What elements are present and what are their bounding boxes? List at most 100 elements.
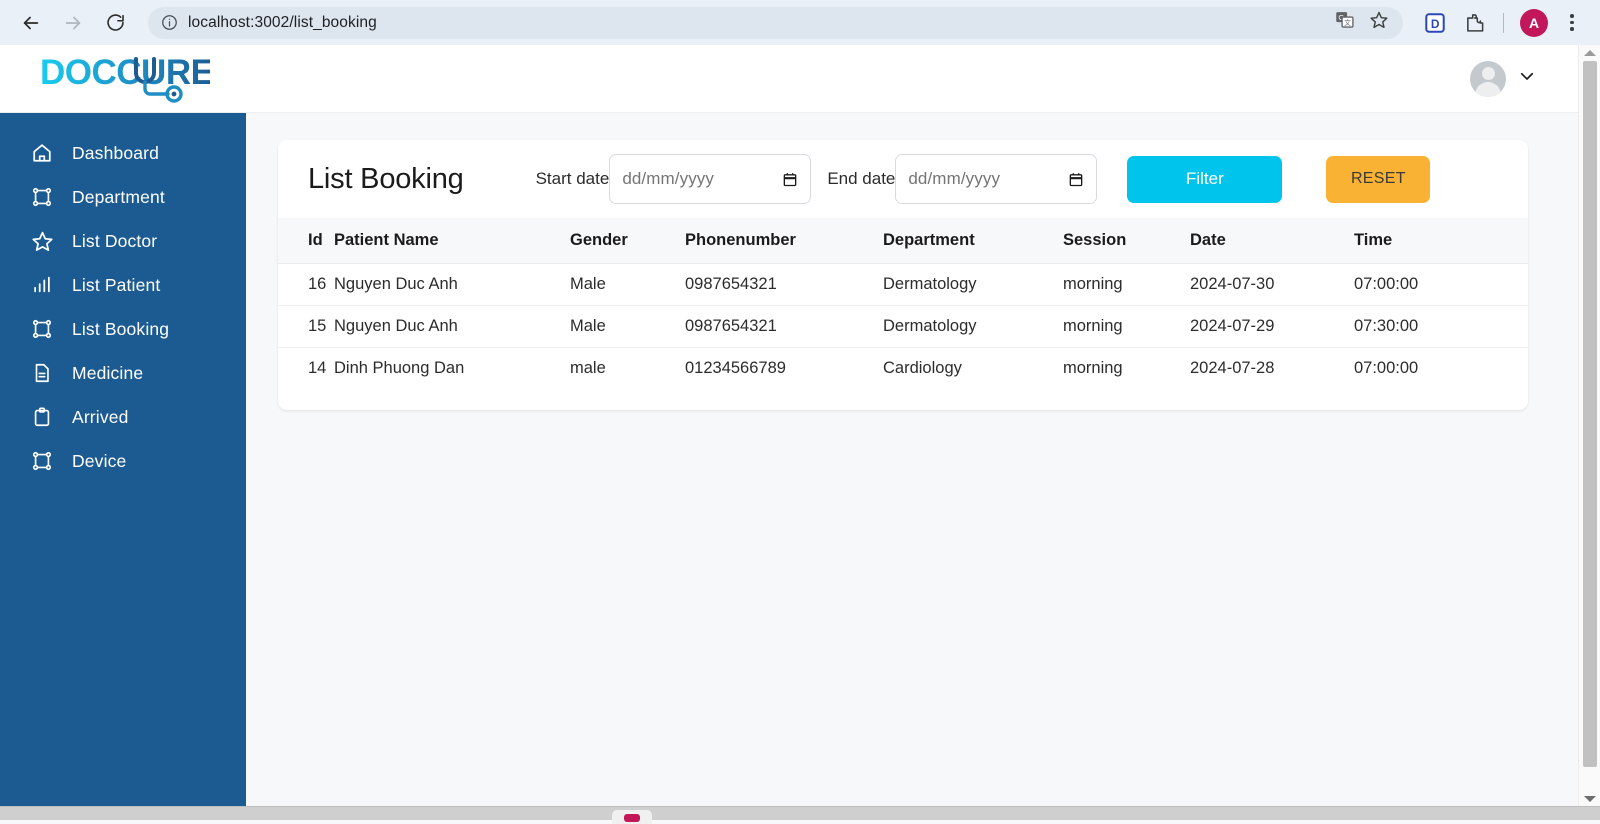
table-row[interactable]: 15 Nguyen Duc Anh Male 0987654321 Dermat… [278,306,1528,348]
svg-text:D: D [1431,17,1440,31]
clipboard-icon [30,405,54,429]
cell-gender: Male [570,306,685,348]
cell-id: 16 [278,264,334,306]
taskbar-app-icon[interactable] [612,810,652,824]
app-header: DOCCURE [0,45,1578,113]
end-date-placeholder: dd/mm/yyyy [908,169,1000,189]
forward-button[interactable] [56,6,90,40]
avatar[interactable] [1470,61,1506,97]
start-date-placeholder: dd/mm/yyyy [622,169,714,189]
extensions-icon[interactable] [1463,11,1487,35]
sidebar-item-list-doctor[interactable]: List Doctor [0,219,246,263]
calendar-icon[interactable] [1068,171,1084,188]
sidebar-item-label: List Booking [72,319,169,340]
filter-button[interactable]: Filter [1127,156,1282,203]
scrollbar-thumb[interactable] [1583,61,1597,767]
card-toolbar: List Booking Start date dd/mm/yyyy End d [278,140,1528,218]
sidebar-item-dashboard[interactable]: Dashboard [0,131,246,175]
document-icon [30,361,54,385]
cell-date: 2024-07-29 [1190,306,1354,348]
end-date-label: End date [827,169,895,189]
chrome-profile-avatar[interactable]: A [1520,9,1548,37]
url-text: localhost:3002/list_booking [188,14,377,32]
scroll-down-arrow-icon[interactable] [1584,796,1596,802]
column-header-gender[interactable]: Gender [570,218,685,264]
reload-button[interactable] [98,6,132,40]
sidebar-item-label: Device [72,451,126,472]
start-date-label: Start date [536,169,610,189]
column-header-time[interactable]: Time [1354,218,1528,264]
cell-id: 15 [278,306,334,348]
cell-phonenumber: 01234566789 [685,348,883,390]
frame-icon [30,449,54,473]
end-date-group: End date dd/mm/yyyy [827,154,1097,204]
column-header-session[interactable]: Session [1063,218,1190,264]
booking-card: List Booking Start date dd/mm/yyyy End d [278,140,1528,410]
sidebar-item-label: Arrived [72,407,128,428]
browser-toolbar: localhost:3002/list_booking G 文 D [0,0,1600,45]
cell-time: 07:00:00 [1354,348,1528,390]
end-date-input[interactable]: dd/mm/yyyy [895,154,1097,204]
forward-arrow-icon [62,12,84,34]
sidebar-item-label: List Patient [72,275,160,296]
column-header-id[interactable]: Id [278,218,334,264]
back-button[interactable] [14,6,48,40]
sidebar-item-label: Medicine [72,363,143,384]
translate-icon[interactable]: G 文 [1335,10,1355,35]
table-row[interactable]: 16 Nguyen Duc Anh Male 0987654321 Dermat… [278,264,1528,306]
sidebar-item-list-booking[interactable]: List Booking [0,307,246,351]
doccure-logo-icon: DOCCURE [40,51,210,107]
site-information-icon[interactable] [161,14,178,31]
os-taskbar [0,806,1600,820]
cell-gender: Male [570,264,685,306]
sidebar-item-list-patient[interactable]: List Patient [0,263,246,307]
cell-department: Cardiology [883,348,1063,390]
sidebar-item-department[interactable]: Department [0,175,246,219]
extension-d-icon[interactable]: D [1423,11,1447,35]
start-date-input[interactable]: dd/mm/yyyy [609,154,811,204]
cell-date: 2024-07-30 [1190,264,1354,306]
sidebar-item-label: Dashboard [72,143,159,164]
frame-icon [30,185,54,209]
doccure-logo[interactable]: DOCCURE [40,51,210,107]
table-header: Id Patient Name Gender Phonenumber Depar… [278,218,1528,264]
home-icon [30,141,54,165]
user-menu[interactable] [1470,61,1536,97]
reset-button[interactable]: RESET [1326,156,1430,203]
cell-department: Dermatology [883,306,1063,348]
chevron-down-icon[interactable] [1518,67,1536,90]
column-header-phone[interactable]: Phonenumber [685,218,883,264]
back-arrow-icon [20,12,42,34]
toolbar-divider [1503,13,1504,33]
table-row[interactable]: 14 Dinh Phuong Dan male 01234566789 Card… [278,348,1528,390]
table-header-row: Id Patient Name Gender Phonenumber Depar… [278,218,1528,264]
table-body: 16 Nguyen Duc Anh Male 0987654321 Dermat… [278,264,1528,390]
sidebar-item-arrived[interactable]: Arrived [0,395,246,439]
svg-text:DOCCURE: DOCCURE [40,53,210,92]
scroll-up-arrow-icon[interactable] [1584,50,1596,56]
sidebar-item-device[interactable]: Device [0,439,246,483]
cell-gender: male [570,348,685,390]
cell-date: 2024-07-28 [1190,348,1354,390]
main-content: List Booking Start date dd/mm/yyyy End d [246,113,1578,806]
sidebar-item-medicine[interactable]: Medicine [0,351,246,395]
cell-session: morning [1063,348,1190,390]
bar-chart-icon [30,273,54,297]
booking-table: Id Patient Name Gender Phonenumber Depar… [278,218,1528,390]
chrome-menu-icon[interactable] [1564,14,1580,31]
calendar-icon[interactable] [782,171,798,188]
cell-time: 07:30:00 [1354,306,1528,348]
reload-icon [105,12,126,33]
bookmark-star-icon[interactable] [1369,10,1389,35]
svg-text:文: 文 [1344,18,1351,27]
column-header-department[interactable]: Department [883,218,1063,264]
column-header-date[interactable]: Date [1190,218,1354,264]
cell-patient-name: Nguyen Duc Anh [334,264,570,306]
sidebar: Dashboard Department List Doctor List Pa… [0,113,246,806]
page-scrollbar[interactable] [1578,45,1600,806]
address-bar[interactable]: localhost:3002/list_booking G 文 [148,7,1403,39]
cell-time: 07:00:00 [1354,264,1528,306]
page-title: List Booking [308,163,464,196]
cell-department: Dermatology [883,264,1063,306]
column-header-name[interactable]: Patient Name [334,218,570,264]
